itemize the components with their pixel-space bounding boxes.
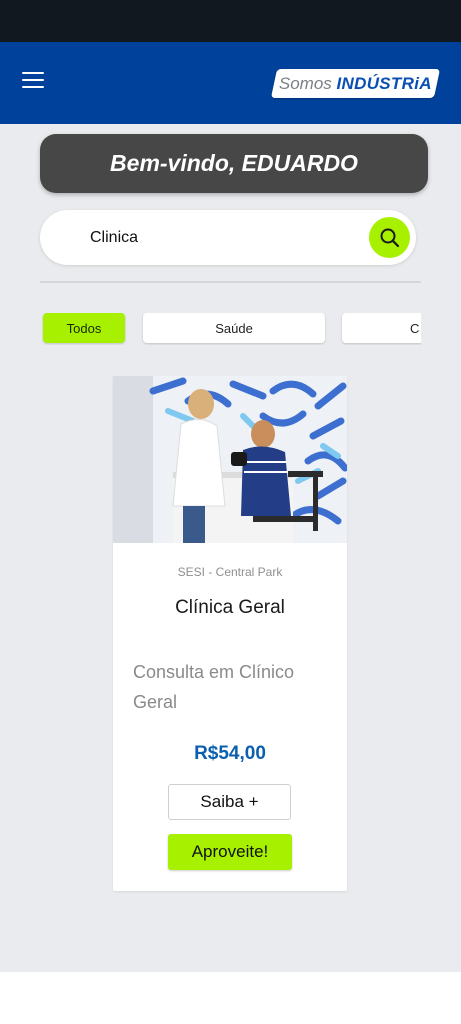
- main-content: Bem-vindo, EDUARDO Todos Saúde C: [0, 124, 461, 972]
- app-header: Somos INDÚSTRiA: [0, 42, 461, 124]
- search-icon: [380, 228, 399, 247]
- card-location: SESI - Central Park: [177, 565, 283, 579]
- filter-chip-todos[interactable]: Todos: [43, 313, 125, 343]
- bottom-area: [0, 972, 461, 1024]
- card-price: R$54,00: [194, 743, 266, 764]
- somos-industria-logo: Somos INDÚSTRiA: [270, 69, 441, 98]
- logo-text-industria: INDÚSTRiA: [336, 73, 432, 93]
- search-button[interactable]: [369, 217, 410, 258]
- category-filter-row: Todos Saúde C: [40, 313, 421, 345]
- service-card: SESI - Central Park Clínica Geral Consul…: [113, 376, 347, 891]
- aproveite-button[interactable]: Aproveite!: [168, 834, 292, 870]
- hamburger-menu-icon[interactable]: [22, 69, 52, 95]
- saiba-mais-button[interactable]: Saiba +: [168, 784, 291, 820]
- search-input[interactable]: [88, 224, 362, 252]
- filter-chip-c[interactable]: C: [342, 313, 421, 343]
- card-image[interactable]: [113, 376, 347, 543]
- logo-text-somos: Somos: [279, 73, 337, 93]
- divider: [40, 281, 421, 283]
- status-bar: [0, 0, 461, 42]
- card-description: Consulta em Clínico Geral: [133, 662, 295, 712]
- filter-chip-saude[interactable]: Saúde: [143, 313, 325, 343]
- card-title: Clínica Geral: [175, 597, 285, 618]
- welcome-banner: Bem-vindo, EDUARDO: [40, 134, 428, 193]
- search-bar: [40, 210, 416, 265]
